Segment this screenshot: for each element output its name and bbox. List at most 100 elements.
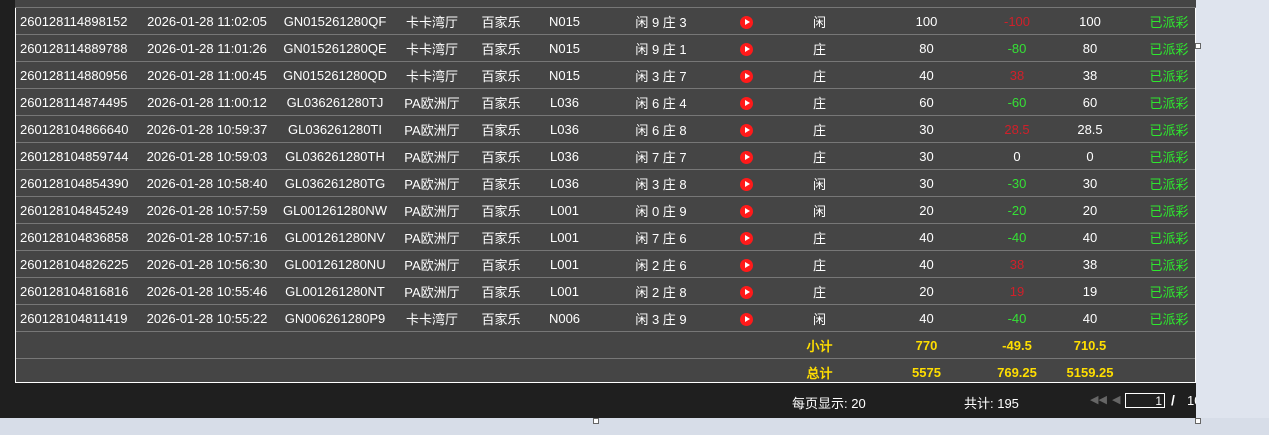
bet-id: 260128104811419 — [16, 304, 138, 332]
page-separator: / — [1171, 392, 1175, 408]
round-id: GL001261280NT — [276, 277, 394, 305]
game-result: 闲 6 庄 8 — [597, 115, 725, 143]
valid-bet: 30 — [1053, 169, 1127, 197]
bet-content: 庄 — [767, 223, 872, 251]
bet-amount: 40 — [872, 61, 981, 89]
play-icon[interactable] — [739, 285, 753, 299]
table-row: 260128104854390 2026-01-28 10:58:40 GL0362… — [16, 169, 1195, 197]
replay-cell — [725, 304, 767, 332]
round-id: GL001261280NV — [276, 223, 394, 251]
game-name: 百家乐 — [470, 115, 532, 143]
bet-amount: 20 — [872, 277, 981, 305]
valid-bet: 19 — [1053, 277, 1127, 305]
game-result: 闲 3 庄 9 — [597, 304, 725, 332]
valid-bet: 0 — [1053, 142, 1127, 170]
table-code: L036 — [532, 115, 597, 143]
spacer — [1127, 358, 1195, 382]
round-id: GN015261280QD — [276, 61, 394, 89]
play-icon[interactable] — [739, 258, 753, 272]
play-icon[interactable] — [739, 42, 753, 56]
bet-amount: 20 — [872, 196, 981, 224]
play-icon[interactable] — [739, 177, 753, 191]
table-code: N015 — [532, 8, 597, 35]
game-result: 闲 2 庄 6 — [597, 250, 725, 278]
subtotal-label: 小计 — [767, 331, 872, 359]
bet-time: 2026-01-28 10:57:16 — [138, 223, 276, 251]
table-code: L001 — [532, 223, 597, 251]
bet-amount: 30 — [872, 142, 981, 170]
bet-id: 260128104859744 — [16, 142, 138, 170]
game-result: 闲 0 庄 9 — [597, 196, 725, 224]
hall-name: PA欧洲厅 — [394, 277, 470, 305]
valid-bet: 40 — [1053, 223, 1127, 251]
table-code: L036 — [532, 88, 597, 116]
page-number-input[interactable] — [1125, 393, 1165, 408]
valid-bet: 60 — [1053, 88, 1127, 116]
round-id: GL036261280TJ — [276, 88, 394, 116]
bet-time: 2026-01-28 11:00:45 — [138, 61, 276, 89]
play-icon[interactable] — [739, 96, 753, 110]
prev-page-icon[interactable]: ◀ — [1112, 393, 1120, 406]
resize-handle[interactable] — [1195, 418, 1201, 424]
win-loss: -80 — [981, 34, 1053, 62]
bet-amount: 100 — [872, 8, 981, 35]
replay-cell — [725, 277, 767, 305]
replay-cell — [725, 88, 767, 116]
play-icon[interactable] — [739, 123, 753, 137]
bet-id: 260128104816816 — [16, 277, 138, 305]
table-code: L036 — [532, 142, 597, 170]
previous-row-partial — [15, 0, 1196, 8]
game-result: 闲 3 庄 7 — [597, 61, 725, 89]
play-icon[interactable] — [739, 150, 753, 164]
subtotal-amount: 770 — [872, 331, 981, 359]
total-valid: 5159.25 — [1053, 358, 1127, 382]
bet-amount: 40 — [872, 250, 981, 278]
replay-cell — [725, 223, 767, 251]
table-code: L001 — [532, 196, 597, 224]
spacer — [16, 331, 767, 359]
table-code: N015 — [532, 34, 597, 62]
payout-status: 已派彩 — [1127, 115, 1195, 143]
replay-cell — [725, 250, 767, 278]
play-icon[interactable] — [739, 15, 753, 29]
subtotal-winloss: -49.5 — [981, 331, 1053, 359]
resize-handle[interactable] — [593, 418, 599, 424]
game-name: 百家乐 — [470, 223, 532, 251]
page-size-label: 每页显示: 20 — [792, 396, 866, 411]
replay-cell — [725, 115, 767, 143]
hall-name: 卡卡湾厅 — [394, 34, 470, 62]
payout-status: 已派彩 — [1127, 88, 1195, 116]
win-loss: -40 — [981, 223, 1053, 251]
game-result: 闲 9 庄 1 — [597, 34, 725, 62]
resize-handle[interactable] — [1195, 43, 1201, 49]
first-page-icon[interactable]: ◀◀ — [1090, 393, 1107, 406]
game-name: 百家乐 — [470, 250, 532, 278]
replay-cell — [725, 142, 767, 170]
win-loss: 38 — [981, 250, 1053, 278]
win-loss: -20 — [981, 196, 1053, 224]
round-id: GN015261280QF — [276, 8, 394, 35]
play-icon[interactable] — [739, 204, 753, 218]
bet-time: 2026-01-28 10:55:46 — [138, 277, 276, 305]
play-icon[interactable] — [739, 312, 753, 326]
play-icon[interactable] — [739, 69, 753, 83]
bet-time: 2026-01-28 10:58:40 — [138, 169, 276, 197]
table-row: 260128104836858 2026-01-28 10:57:16 GL0012… — [16, 223, 1195, 251]
bet-time: 2026-01-28 11:00:12 — [138, 88, 276, 116]
round-id: GN006261280P9 — [276, 304, 394, 332]
payout-status: 已派彩 — [1127, 277, 1195, 305]
replay-cell — [725, 34, 767, 62]
bet-id: 260128104836858 — [16, 223, 138, 251]
play-icon[interactable] — [739, 231, 753, 245]
bet-amount: 30 — [872, 169, 981, 197]
table-code: L001 — [532, 250, 597, 278]
bet-amount: 40 — [872, 304, 981, 332]
game-name: 百家乐 — [470, 8, 532, 35]
payout-status: 已派彩 — [1127, 196, 1195, 224]
payout-status: 已派彩 — [1127, 223, 1195, 251]
window-background — [1196, 0, 1269, 435]
table-row: 260128114874495 2026-01-28 11:00:12 GL0362… — [16, 88, 1195, 116]
table-row: 260128104826225 2026-01-28 10:56:30 GL0012… — [16, 250, 1195, 278]
total-label: 总计 — [767, 358, 872, 382]
hall-name: PA欧洲厅 — [394, 142, 470, 170]
